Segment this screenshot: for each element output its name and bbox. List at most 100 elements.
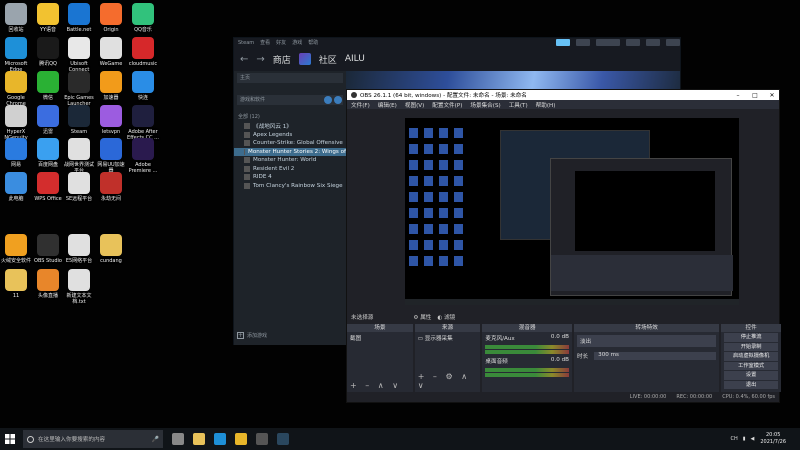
desktop-icon[interactable]: 加速器	[95, 71, 127, 101]
close-icon[interactable]: ✕	[765, 92, 779, 99]
desktop-icon[interactable]: 永劫无间	[95, 172, 127, 202]
steam-menu-view[interactable]: 查看	[260, 39, 270, 46]
menu-profile[interactable]: 配置文件(P)	[432, 101, 462, 109]
chrome-icon[interactable]	[235, 433, 247, 445]
desktop-icon[interactable]: Origin	[95, 3, 127, 33]
desktop-icon[interactable]: cundang	[95, 234, 127, 264]
game-list-item[interactable]: Tom Clancy's Rainbow Six Siege	[234, 182, 346, 191]
desktop-icon[interactable]: Battle.net	[63, 3, 95, 33]
desktop-icon[interactable]: QQ音乐	[127, 3, 159, 33]
menu-help[interactable]: 帮助(H)	[536, 101, 556, 109]
input-method-indicator[interactable]: CH	[730, 436, 737, 442]
obs-preview[interactable]	[405, 118, 739, 305]
obs-icon[interactable]	[256, 433, 268, 445]
maximize-icon[interactable]: □	[748, 92, 762, 99]
steam-menu-steam[interactable]: Steam	[238, 40, 254, 46]
desktop-icon[interactable]: SE远程平台	[63, 172, 95, 202]
edge-icon[interactable]	[214, 433, 226, 445]
clock-icon[interactable]	[324, 96, 332, 104]
category-header[interactable]: 全部 (12)	[238, 113, 342, 120]
menu-edit[interactable]: 编辑(E)	[378, 101, 397, 109]
desktop-icon[interactable]: Google Chrome	[0, 71, 32, 107]
desktop-icon[interactable]: 头像直播	[32, 269, 64, 299]
desktop-icon[interactable]: 回收站	[0, 3, 32, 33]
desktop-icon[interactable]: 百度网盘	[32, 138, 64, 168]
desktop-icon[interactable]: 新建文本文档.txt	[63, 269, 95, 305]
network-icon[interactable]: ▮	[743, 436, 746, 442]
desktop-icon[interactable]: Ubisoft Connect	[63, 37, 95, 73]
desktop-icon[interactable]: 此电脑	[0, 172, 32, 202]
game-list-item[interactable]: Monster Hunter: World	[234, 156, 346, 165]
desktop-icon[interactable]: 战网世界测试平台	[63, 138, 95, 174]
duration-input[interactable]: 300 ms	[594, 352, 717, 360]
desktop-icon[interactable]: YY语音	[32, 3, 64, 33]
desktop-icon[interactable]: Adobe Premiere ...	[127, 138, 159, 174]
desktop-icon[interactable]: OBS Studio	[32, 234, 64, 264]
game-list-item[interactable]: Counter-Strike: Global Offensive	[234, 139, 346, 148]
notification-icon[interactable]	[576, 39, 590, 46]
desktop-icon[interactable]: cloudmusic	[127, 37, 159, 67]
steam-menu-help[interactable]: 帮助	[308, 39, 318, 46]
back-arrow-icon[interactable]: ←	[240, 54, 248, 65]
library-home-button[interactable]: 主页	[237, 73, 343, 83]
scene-controls[interactable]: + – ∧ ∨	[350, 381, 401, 390]
desktop-icon[interactable]: Steam	[63, 105, 95, 135]
transition-select[interactable]: 淡出	[576, 335, 717, 347]
desktop-icon[interactable]: E5网络平台	[63, 234, 95, 264]
game-list-item[interactable]: Apex Legends	[234, 131, 346, 140]
desktop-icon[interactable]: 11	[0, 269, 32, 299]
stop-streaming-button[interactable]: 停止推流	[724, 333, 778, 342]
minimize-icon[interactable]	[626, 39, 640, 46]
desktop-audio-volume-slider[interactable]	[485, 373, 569, 377]
library-logo-icon[interactable]	[298, 53, 311, 65]
scene-item[interactable]: 截图	[347, 332, 413, 344]
steam-menu-friends[interactable]: 好友	[276, 39, 286, 46]
game-list-item[interactable]: Resident Evil 2	[234, 165, 346, 174]
start-recording-button[interactable]: 开始录制	[724, 342, 778, 351]
menu-file[interactable]: 文件(F)	[351, 101, 370, 109]
source-item[interactable]: ▭ 显示器采集	[415, 332, 481, 344]
filters-button[interactable]: ◐ 滤镜	[437, 313, 455, 321]
desktop-icon[interactable]: Epic Games Launcher	[63, 71, 95, 107]
game-list-item[interactable]: Monster Hunter Stories 2: Wings of	[234, 147, 346, 156]
add-game-button[interactable]: + 添加游戏	[237, 332, 267, 339]
steam-icon[interactable]	[277, 433, 289, 445]
desktop-icon[interactable]: WeGame	[95, 37, 127, 67]
forward-arrow-icon[interactable]: →	[256, 54, 264, 65]
mic-aux-volume-slider[interactable]	[485, 350, 569, 354]
taskbar-clock[interactable]: 20:05 2021/7/26	[760, 432, 786, 446]
desktop-icon[interactable]: WPS Office	[32, 172, 64, 202]
file-explorer-icon[interactable]	[193, 433, 205, 445]
exit-button[interactable]: 退出	[724, 380, 778, 389]
properties-button[interactable]: ⚙ 属性	[413, 313, 431, 321]
start-virtual-camera-button[interactable]: 启动虚拟摄像机	[724, 352, 778, 361]
minimize-icon[interactable]: –	[731, 92, 745, 99]
close-icon[interactable]	[666, 39, 680, 46]
task-view-icon[interactable]	[172, 433, 184, 445]
menu-scene-collection[interactable]: 场景集合(S)	[470, 101, 500, 109]
nav-user[interactable]: AILU	[345, 54, 365, 64]
studio-mode-button[interactable]: 工作室模式	[724, 361, 778, 370]
desktop-icon[interactable]: 快连	[127, 71, 159, 101]
nav-store[interactable]: 商店	[273, 53, 291, 66]
menu-tools[interactable]: 工具(T)	[509, 101, 528, 109]
steam-menu-games[interactable]: 游戏	[292, 39, 302, 46]
broadcast-icon[interactable]	[556, 39, 570, 46]
nav-community[interactable]: 社区	[319, 53, 337, 66]
desktop-icon[interactable]: HyperX NGenuity	[0, 105, 32, 141]
desktop-icon[interactable]: 腾讯QQ	[32, 37, 64, 67]
taskbar-search-box[interactable]: 在这里输入你要搜索的内容 🎤	[23, 430, 163, 448]
desktop-icon[interactable]: Adobe After Effects CC ...	[127, 105, 159, 141]
play-icon[interactable]	[334, 96, 342, 104]
windows-start-icon[interactable]	[3, 428, 17, 450]
game-list-item[interactable]: 《战地风云 1》	[234, 122, 346, 131]
desktop-icon[interactable]: letsvpn	[95, 105, 127, 135]
user-account-button[interactable]	[596, 39, 620, 46]
volume-icon[interactable]: ◀	[751, 436, 755, 442]
desktop-icon[interactable]: 网易	[0, 138, 32, 168]
desktop-icon[interactable]: Microsoft Edge	[0, 37, 32, 73]
desktop-icon[interactable]: 迅雷	[32, 105, 64, 135]
microphone-icon[interactable]: 🎤	[152, 436, 159, 443]
source-controls[interactable]: + – ⚙ ∧ ∨	[418, 372, 481, 390]
desktop-icon[interactable]: 微信	[32, 71, 64, 101]
